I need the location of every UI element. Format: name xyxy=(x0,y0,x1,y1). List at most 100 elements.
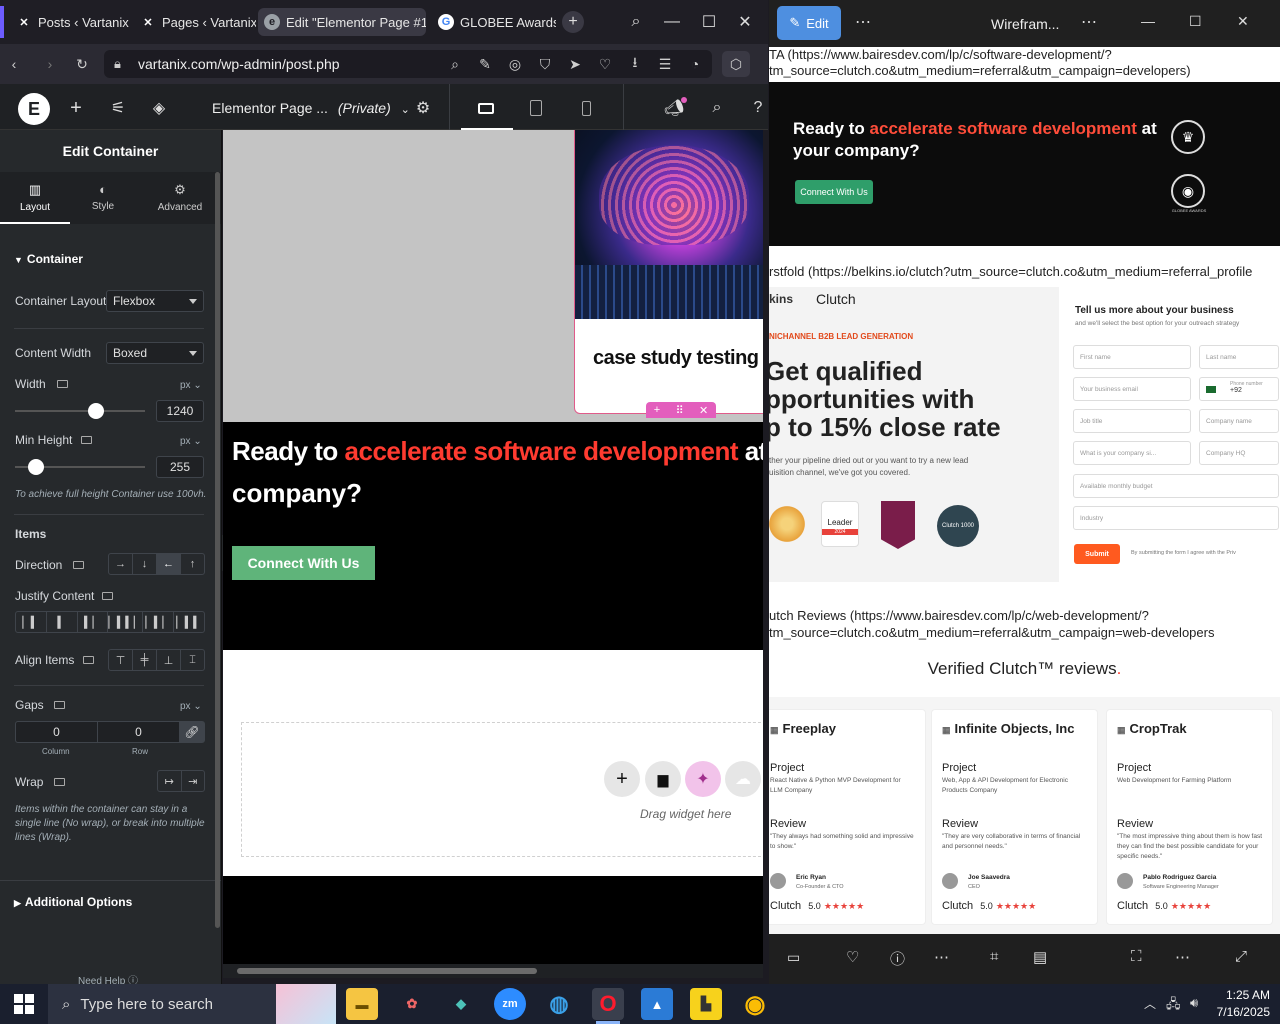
clock[interactable]: 1:25 AM 7/16/2025 xyxy=(1206,987,1270,1021)
tab-layout[interactable]: ▥ Layout xyxy=(0,172,70,224)
content-width-select[interactable]: Boxed xyxy=(106,342,204,364)
responsive-desktop-icon[interactable] xyxy=(54,701,65,709)
filmstrip-icon[interactable]: ▭ xyxy=(787,949,800,966)
align-center-icon[interactable]: ╪ xyxy=(133,650,157,670)
profile-icon[interactable]: ◔ xyxy=(685,54,705,74)
drop-zone[interactable]: + ▆ ✦ ☁ Drag widget here xyxy=(241,722,763,857)
tab-posts[interactable]: ✕ Posts ‹ Vartanix — xyxy=(10,8,132,36)
width-input[interactable]: 1240 xyxy=(156,400,204,422)
align-end-icon[interactable]: ⊥ xyxy=(157,650,181,670)
direction-row-reverse-icon[interactable]: ← xyxy=(157,554,181,574)
justify-space-around-icon[interactable]: ▏▍▏ xyxy=(143,612,175,632)
shield-icon[interactable]: ⛉ xyxy=(535,54,555,74)
more-options-icon[interactable]: ⋯ xyxy=(855,12,871,32)
justify-end-icon[interactable]: ▍▏ xyxy=(78,612,109,632)
heart-icon[interactable]: ♡ xyxy=(595,54,615,74)
responsive-desktop-icon[interactable] xyxy=(81,436,92,444)
direction-row-icon[interactable]: → xyxy=(109,554,133,574)
address-bar[interactable]: 🔒︎ vartanix.com/wp-admin/post.php xyxy=(104,50,712,78)
screenshot-icon[interactable]: ◎ xyxy=(505,54,525,74)
responsive-desktop-icon[interactable] xyxy=(83,656,94,664)
forward-icon[interactable]: › xyxy=(40,54,60,74)
minimize-icon[interactable]: — xyxy=(660,10,684,34)
drag-handle-icon[interactable]: ⠿ xyxy=(676,404,684,417)
tab-globee[interactable]: G GLOBEE Awards Ir xyxy=(432,8,556,36)
send-icon[interactable]: ➤ xyxy=(565,54,585,74)
horizontal-scrollbar[interactable] xyxy=(223,964,763,978)
min-height-unit-select[interactable]: px ⌄ xyxy=(180,436,202,447)
maximize-icon[interactable]: ☐ xyxy=(1189,13,1202,30)
add-element-icon[interactable]: + xyxy=(64,96,88,120)
page-settings-gear-icon[interactable]: ⚙ xyxy=(411,96,435,120)
zoom-app-icon[interactable]: zm xyxy=(494,988,526,1020)
maximize-icon[interactable]: ☐ xyxy=(697,10,721,34)
container-layout-select[interactable]: Flexbox xyxy=(106,290,204,312)
direction-column-reverse-icon[interactable]: ↑ xyxy=(181,554,204,574)
search-icon[interactable]: ⌕ xyxy=(705,96,729,120)
structure-layers-icon[interactable]: ◈ xyxy=(147,96,171,120)
full-screen-icon[interactable]: ⤢ xyxy=(1235,948,1247,965)
more-options-icon[interactable]: ⋯ xyxy=(1175,948,1190,966)
section-additional-options[interactable]: ▶ Additional Options xyxy=(14,895,132,909)
minimize-icon[interactable]: — xyxy=(1141,13,1155,29)
favorite-heart-icon[interactable]: ♡ xyxy=(846,948,859,966)
responsive-desktop-icon[interactable] xyxy=(102,592,113,600)
cta-section[interactable]: Ready to accelerate software development… xyxy=(223,422,763,650)
scrollbar-thumb[interactable] xyxy=(237,968,537,974)
download-icon[interactable]: ⭳ xyxy=(625,54,645,74)
back-icon[interactable]: ‹ xyxy=(4,54,24,74)
panel-scrollbar[interactable] xyxy=(215,172,220,928)
no-wrap-icon[interactable]: ↦ xyxy=(158,771,182,791)
close-icon[interactable]: ✕ xyxy=(733,10,757,34)
width-unit-select[interactable]: px ⌄ xyxy=(180,380,202,391)
gaps-unit-select[interactable]: px ⌄ xyxy=(180,701,202,712)
edit-page-icon[interactable]: ✎ xyxy=(475,54,495,74)
fit-screen-icon[interactable]: ⛶ xyxy=(1131,948,1142,965)
more-options-icon[interactable]: ⋯ xyxy=(1081,12,1097,32)
diamond-app-icon[interactable]: ◆ xyxy=(445,988,477,1020)
width-slider-track[interactable] xyxy=(15,410,145,412)
info-icon[interactable]: ⓘ xyxy=(890,948,905,969)
edge-browser-icon[interactable]: ◍ xyxy=(543,988,575,1020)
section-container[interactable]: ▼ Container xyxy=(14,252,83,266)
close-icon[interactable]: ✕ xyxy=(1237,13,1249,30)
align-stretch-icon[interactable]: ⌶ xyxy=(181,650,204,670)
more-options-icon[interactable]: ⋯ xyxy=(934,948,949,966)
justify-space-between-icon[interactable]: ▏▍▍▏ xyxy=(108,612,144,632)
extension-cube-icon[interactable]: ⬡ xyxy=(722,51,750,77)
container-handle[interactable]: + ⠿ ✕ xyxy=(646,402,716,418)
need-help-link[interactable]: Need Help ⓘ xyxy=(78,972,138,984)
new-tab-icon[interactable]: + xyxy=(562,11,584,33)
file-explorer-icon[interactable]: ▬ xyxy=(346,988,378,1020)
delete-icon[interactable]: ✕ xyxy=(699,404,708,417)
gap-column-input[interactable]: 0 xyxy=(15,721,98,743)
ai-sparkle-icon[interactable]: ✦ xyxy=(685,761,721,797)
edit-button[interactable]: ✎ Edit xyxy=(777,6,841,40)
tab-pages[interactable]: ✕ Pages ‹ Vartanix — xyxy=(134,8,256,36)
menu-list-icon[interactable]: ☰ xyxy=(655,54,675,74)
page-title[interactable]: Elementor Page ... (Private) ⌄ xyxy=(212,100,410,116)
opera-browser-icon[interactable]: O xyxy=(592,988,624,1020)
site-settings-icon[interactable]: ⚟ xyxy=(106,96,130,120)
template-folder-icon[interactable]: ▆ xyxy=(645,761,681,797)
add-widget-icon[interactable]: + xyxy=(604,761,640,797)
windows-start-icon[interactable] xyxy=(14,994,34,1014)
kit-icon[interactable]: ☁ xyxy=(725,761,761,797)
tablet-view-icon[interactable] xyxy=(524,96,548,120)
gap-row-input[interactable]: 0 xyxy=(97,721,180,743)
desktop-view-icon[interactable] xyxy=(474,96,498,120)
tab-advanced[interactable]: ⚙ Advanced xyxy=(140,172,220,224)
tab-elementor-edit[interactable]: e Edit "Elementor Page #10 xyxy=(258,8,426,36)
justify-center-icon[interactable]: ▍ xyxy=(47,612,78,632)
chevron-up-icon[interactable]: ︿ xyxy=(1144,995,1156,1012)
responsive-desktop-icon[interactable] xyxy=(73,561,84,569)
copy-text-icon[interactable]: ▤ xyxy=(1033,948,1047,966)
case-study-card[interactable]: case study testing xyxy=(574,130,763,414)
responsive-desktop-icon[interactable] xyxy=(57,380,68,388)
paint-app-icon[interactable]: ✿ xyxy=(396,988,428,1020)
connect-button[interactable]: Connect With Us xyxy=(232,546,375,580)
photos-app-icon[interactable]: ▲ xyxy=(641,988,673,1020)
reload-icon[interactable]: ↻ xyxy=(72,54,92,74)
search-tabs-icon[interactable]: ⌕ xyxy=(624,10,648,34)
justify-start-icon[interactable]: ▏▍ xyxy=(16,612,47,632)
